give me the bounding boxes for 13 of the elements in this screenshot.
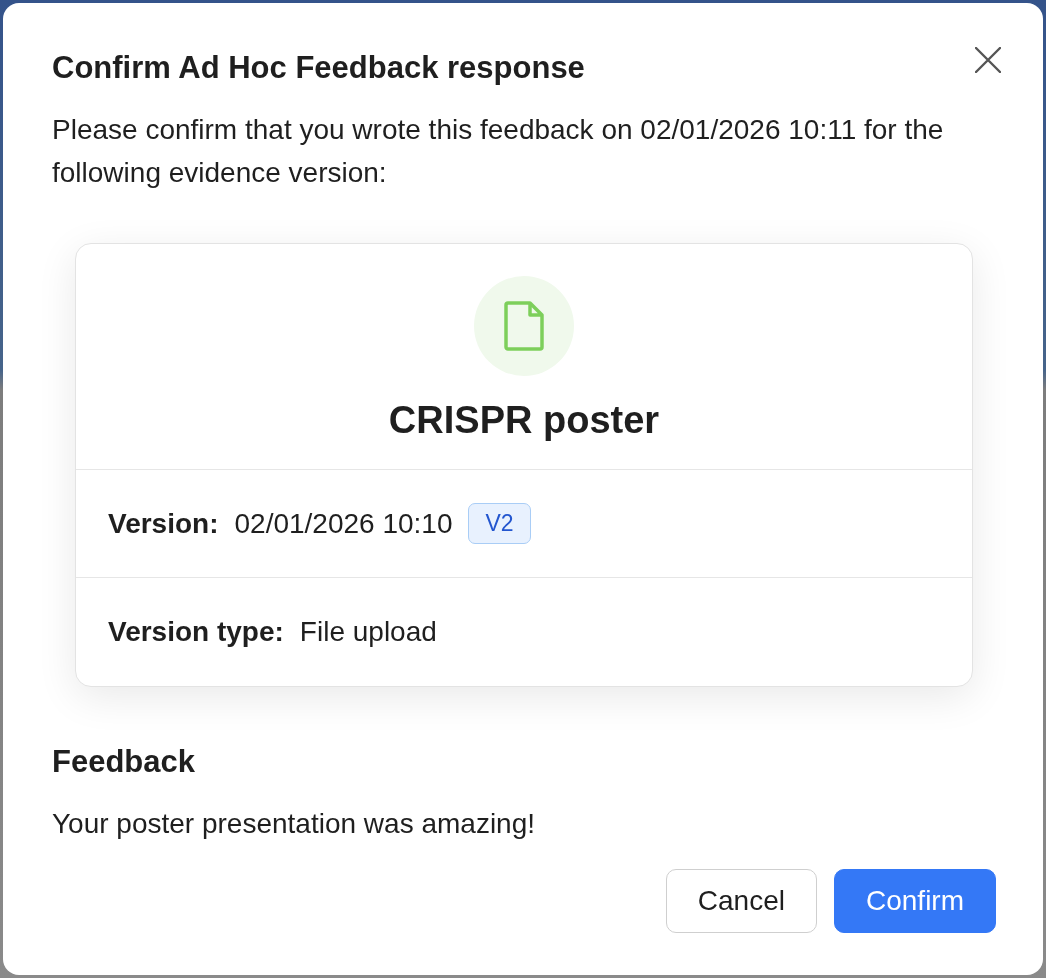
version-badge: V2 bbox=[468, 503, 531, 544]
evidence-title: CRISPR poster bbox=[388, 398, 660, 443]
field-value: File upload bbox=[299, 615, 437, 649]
cancel-button[interactable]: Cancel bbox=[665, 869, 817, 933]
field-value: 02/01/2026 10:10 bbox=[234, 506, 453, 541]
dialog-message: Please confirm that you wrote this feedback on 02/01/2026 10:11 for the following evidence version: bbox=[52, 113, 945, 190]
confirm-button[interactable]: Confirm bbox=[834, 869, 996, 933]
field-label: Version: bbox=[108, 506, 219, 541]
feedback-text: Your poster presentation was amazing! bbox=[52, 807, 537, 841]
dialog-title: Confirm Ad Hoc Feedback response bbox=[52, 49, 585, 87]
field-label: Version type: bbox=[108, 615, 284, 649]
feedback-heading: Feedback bbox=[52, 743, 196, 781]
close-icon bbox=[975, 47, 1001, 73]
